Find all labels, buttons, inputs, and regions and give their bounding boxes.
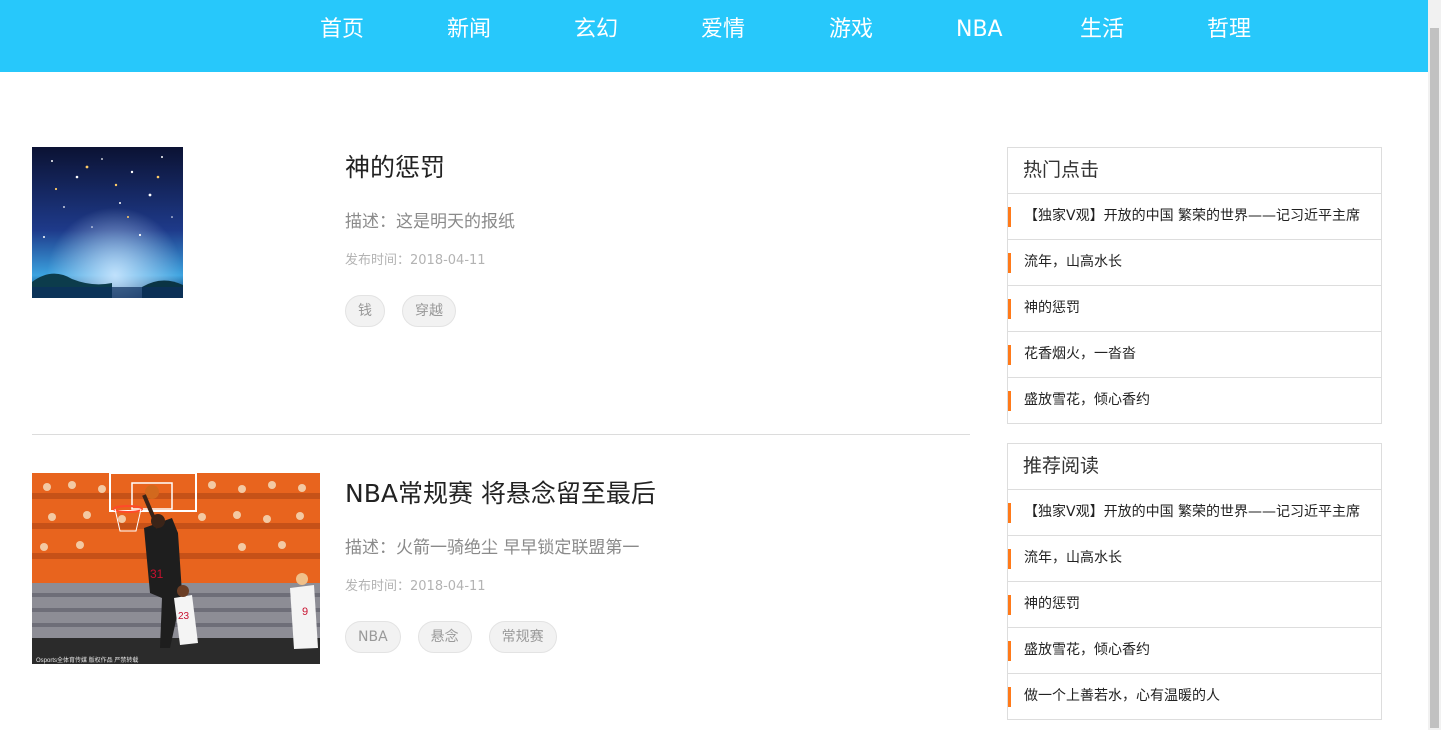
hot-list-item[interactable]: 盛放雪花，倾心香约 — [1008, 378, 1381, 423]
recommend-list-item[interactable]: 神的惩罚 — [1008, 582, 1381, 628]
tag[interactable]: 悬念 — [417, 621, 472, 653]
accent-bar — [1008, 641, 1011, 661]
tag[interactable]: NBA — [345, 621, 401, 653]
page-scrollbar[interactable] — [1428, 0, 1441, 730]
recommend-list-item[interactable]: 做一个上善若水，心有温暖的人 — [1008, 674, 1381, 719]
article-date: 发布时间：2018-04-11 — [345, 579, 486, 594]
article-title[interactable]: NBA常规赛 将悬念留至最后 — [345, 474, 656, 510]
svg-text:23: 23 — [178, 611, 190, 622]
nav-item-home[interactable]: 首页 — [320, 14, 364, 46]
scrollbar-thumb[interactable] — [1430, 28, 1439, 728]
article-tags: NBA 悬念 常规赛 — [345, 621, 574, 653]
nav-item-life[interactable]: 生活 — [1080, 14, 1124, 46]
recommend-list-item[interactable]: 流年，山高水长 — [1008, 536, 1381, 582]
hot-list-item[interactable]: 【独家V观】开放的中国 繁荣的世界——记习近平主席 — [1008, 194, 1381, 240]
image-watermark: Osports全体育传媒 版权作品 严禁转载 — [36, 658, 139, 664]
tag[interactable]: 钱 — [345, 295, 385, 327]
nav-item-news[interactable]: 新闻 — [447, 14, 491, 46]
accent-bar — [1008, 391, 1011, 411]
article-divider — [32, 434, 970, 435]
recommended-reading-panel: 推荐阅读 【独家V观】开放的中国 繁荣的世界——记习近平主席 流年，山高水长 神… — [1007, 443, 1382, 720]
tag[interactable]: 穿越 — [402, 295, 456, 327]
top-nav-bar: 首页 新闻 玄幻 爱情 游戏 NBA 生活 哲理 — [0, 0, 1428, 72]
hot-list-item[interactable]: 流年，山高水长 — [1008, 240, 1381, 286]
nav-item-nba[interactable]: NBA — [956, 14, 1003, 46]
panel-title: 热门点击 — [1008, 148, 1381, 194]
recommend-list-item[interactable]: 【独家V观】开放的中国 繁荣的世界——记习近平主席 — [1008, 490, 1381, 536]
accent-bar — [1008, 595, 1011, 615]
article-description: 描述：这是明天的报纸 — [345, 212, 515, 232]
accent-bar — [1008, 687, 1011, 707]
accent-bar — [1008, 549, 1011, 569]
accent-bar — [1008, 299, 1011, 319]
hot-clicks-panel: 热门点击 【独家V观】开放的中国 繁荣的世界——记习近平主席 流年，山高水长 神… — [1007, 147, 1382, 424]
nav-item-love[interactable]: 爱情 — [701, 14, 745, 46]
hot-list-item[interactable]: 花香烟火，一沓沓 — [1008, 332, 1381, 378]
article-tags: 钱 穿越 — [345, 295, 473, 327]
basketball-dunk-image[interactable]: 31 23 9 Osports全体育传媒 版权作品 严禁转载 — [32, 473, 320, 664]
hot-list-item[interactable]: 神的惩罚 — [1008, 286, 1381, 332]
nav-item-games[interactable]: 游戏 — [829, 14, 873, 46]
article-title[interactable]: 神的惩罚 — [345, 148, 445, 184]
starry-night-image[interactable] — [32, 147, 183, 298]
article-description: 描述：火箭一骑绝尘 早早锁定联盟第一 — [345, 538, 640, 558]
svg-text:9: 9 — [302, 606, 308, 618]
tag[interactable]: 常规赛 — [488, 621, 557, 653]
nav-item-philosophy[interactable]: 哲理 — [1207, 14, 1251, 46]
svg-text:31: 31 — [150, 567, 164, 581]
accent-bar — [1008, 207, 1011, 227]
accent-bar — [1008, 503, 1011, 523]
nav-item-fantasy[interactable]: 玄幻 — [574, 14, 618, 46]
accent-bar — [1008, 253, 1011, 273]
recommend-list-item[interactable]: 盛放雪花，倾心香约 — [1008, 628, 1381, 674]
accent-bar — [1008, 345, 1011, 365]
article-date: 发布时间：2018-04-11 — [345, 253, 486, 268]
panel-title: 推荐阅读 — [1008, 444, 1381, 490]
